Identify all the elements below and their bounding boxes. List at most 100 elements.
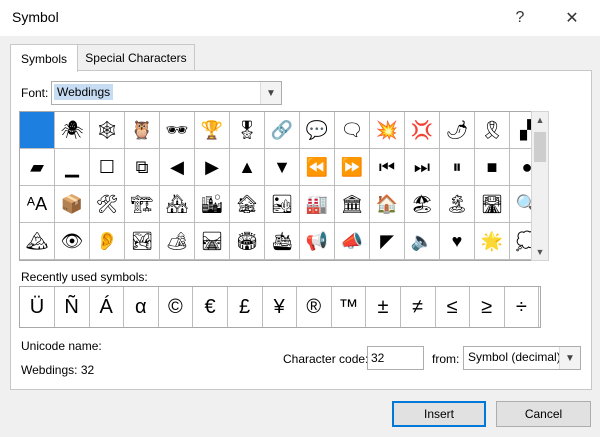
symbol-cell[interactable]: 🏖 (405, 186, 440, 223)
symbol-cell[interactable]: 🏟 (230, 223, 265, 260)
from-value: Symbol (decimal) (468, 350, 561, 364)
symbol-cell[interactable]: ♥ (440, 223, 475, 260)
recent-symbol-cell[interactable]: ≥ (470, 287, 505, 327)
character-code-input[interactable]: 32 (367, 346, 424, 370)
symbol-cell[interactable]: 🛣 (475, 186, 510, 223)
symbol-cell[interactable]: 🎖 (230, 112, 265, 149)
recent-symbols-row[interactable]: Ü Ñ Áα © € £ ¥ ® ™ ± ≠ ≤ ≥ ÷ (19, 286, 541, 328)
tab-symbols-label: Symbols (20, 51, 67, 66)
symbol-cell[interactable]: ■ (475, 149, 510, 186)
recent-symbol-cell[interactable]: © (158, 287, 194, 327)
symbol-cell[interactable]: 🏕 (160, 223, 195, 260)
symbol-cell[interactable]: 🔍 (510, 186, 532, 223)
recent-symbol-cell[interactable]: ≠ (401, 287, 436, 327)
symbol-cell[interactable]: 🏆 (195, 112, 230, 149)
symbol-cell[interactable]: 🏠 (370, 186, 405, 223)
symbol-cell[interactable]: 💥 (370, 112, 405, 149)
close-icon[interactable]: ✕ (557, 4, 587, 32)
tab-symbols[interactable]: Symbols (10, 44, 78, 72)
symbol-cell[interactable] (20, 112, 55, 149)
help-button[interactable]: ? (505, 4, 535, 32)
symbol-cell[interactable]: ⧉ (125, 149, 160, 186)
recent-symbol-cell[interactable]: Ü (20, 287, 55, 327)
title-bar: Symbol ? ✕ (0, 0, 600, 36)
cancel-button[interactable]: Cancel (496, 401, 591, 427)
symbol-cell[interactable]: 🛳 (265, 223, 300, 260)
symbol-cell[interactable]: 🛠 (90, 186, 125, 223)
symbol-cell[interactable]: 🏗 (125, 186, 160, 223)
symbol-cell[interactable]: 👂 (90, 223, 125, 260)
symbol-cell[interactable]: 🏜 (265, 186, 300, 223)
scroll-up-icon[interactable]: ▲ (532, 112, 548, 128)
symbol-cell[interactable]: ⏮ (370, 149, 405, 186)
chevron-down-icon[interactable]: ▼ (559, 347, 580, 369)
symbol-cell[interactable]: 🕷 (55, 112, 90, 149)
symbol-cell[interactable]: 🕸 (90, 112, 125, 149)
symbol-cell[interactable]: ▰ (20, 149, 55, 186)
font-dropdown[interactable]: Webdings ▼ (51, 81, 282, 105)
symbol-grid[interactable]: 🕷 🕸 🦉 🕶 🏆 🎖 🔗 💬 🗨 💥 💢 🌶 🎗 ▞ ▰ ▁ ☐ ⧉ ◀ ▶ ▲ ▼ ⏪ ⏩ ⏮ ⏭ ⏸ ■ ● ᴬA 📦 🛠 🏗 🏘 🏙 🏚 🏜 🏭 🏛… (19, 111, 533, 261)
symbol-cell[interactable]: 🏝 (440, 186, 475, 223)
symbol-cell[interactable]: 🏞 (125, 223, 160, 260)
insert-button-label: Insert (423, 407, 454, 421)
symbol-cell[interactable]: ▁ (55, 149, 90, 186)
symbol-cell[interactable]: 🏙 (195, 186, 230, 223)
scroll-down-icon[interactable]: ▼ (532, 244, 548, 260)
symbol-cell[interactable]: ☐ (90, 149, 125, 186)
symbol-cell[interactable]: 🏔 (20, 223, 55, 260)
recent-symbol-cell[interactable]: ÷ (504, 287, 540, 327)
symbol-cell[interactable]: ▶ (195, 149, 230, 186)
recent-symbol-cell[interactable]: ™ (331, 287, 367, 327)
recent-symbol-cell[interactable]: ® (297, 287, 332, 327)
symbol-cell[interactable]: 🌶 (440, 112, 475, 149)
symbol-cell[interactable]: 💢 (405, 112, 440, 149)
chevron-down-icon[interactable]: ▼ (260, 82, 281, 104)
symbol-cell[interactable]: ⏸ (440, 149, 475, 186)
symbol-grid-scrollbar[interactable]: ▲ ▼ (531, 111, 549, 261)
symbol-cell[interactable]: ⏪ (300, 149, 335, 186)
symbol-cell[interactable]: 🏘 (160, 186, 195, 223)
symbol-cell[interactable]: ▼ (265, 149, 300, 186)
symbol-cell[interactable]: ◤ (370, 223, 405, 260)
from-dropdown[interactable]: Symbol (decimal) ▼ (463, 346, 581, 370)
scroll-thumb[interactable] (534, 132, 546, 162)
symbol-cell[interactable]: ▞ (510, 112, 532, 149)
symbol-cell[interactable]: 📣 (335, 223, 370, 260)
font-value: Webdings (54, 84, 114, 100)
symbol-cell[interactable]: 🦉 (125, 112, 160, 149)
recent-symbol-cell[interactable]: ≤ (435, 287, 471, 327)
symbol-cell[interactable]: 💭 (510, 223, 532, 260)
unicode-name-label: Unicode name: (21, 339, 102, 353)
symbol-cell[interactable]: ⏩ (335, 149, 370, 186)
symbol-cell[interactable]: 🗨 (335, 112, 370, 149)
recent-symbol-cell[interactable]: Ñ (55, 287, 90, 327)
symbol-cell[interactable]: 🏚 (230, 186, 265, 223)
symbol-cell[interactable]: 🔗 (265, 112, 300, 149)
symbol-cell[interactable]: 🛤 (195, 223, 230, 260)
symbol-cell[interactable]: 💬 (300, 112, 335, 149)
symbol-cell[interactable]: 🏭 (300, 186, 335, 223)
symbol-cell[interactable]: 🔈 (405, 223, 440, 260)
symbol-cell[interactable]: 🕶 (160, 112, 195, 149)
font-label: Font: (21, 86, 49, 100)
symbol-cell[interactable]: ⏭ (405, 149, 440, 186)
unicode-name-value: Webdings: 32 (21, 363, 95, 377)
symbol-cell[interactable]: 🌟 (475, 223, 510, 260)
symbol-cell[interactable]: ● (510, 149, 532, 186)
recent-symbol-cell[interactable]: α (124, 287, 159, 327)
symbol-cell[interactable]: 📦 (55, 186, 90, 223)
recent-symbol-cell[interactable]: € (193, 287, 228, 327)
symbol-cell[interactable]: 👁 (55, 223, 90, 260)
symbol-cell[interactable]: 🏛 (335, 186, 370, 223)
symbol-cell[interactable]: 📢 (300, 223, 335, 260)
symbol-cell[interactable]: ᴬA (20, 186, 55, 223)
recent-symbol-cell[interactable]: Á (89, 287, 125, 327)
symbol-cell[interactable]: ◀ (160, 149, 195, 186)
symbol-cell[interactable]: 🎗 (475, 112, 510, 149)
recent-symbol-cell[interactable]: ± (366, 287, 401, 327)
tab-special-characters[interactable]: Special Characters (77, 44, 195, 70)
symbol-cell[interactable]: ▲ (230, 149, 265, 186)
recent-symbol-cell[interactable]: £ (228, 287, 263, 327)
insert-button[interactable]: Insert (392, 401, 486, 427)
recent-symbol-cell[interactable]: ¥ (262, 287, 298, 327)
